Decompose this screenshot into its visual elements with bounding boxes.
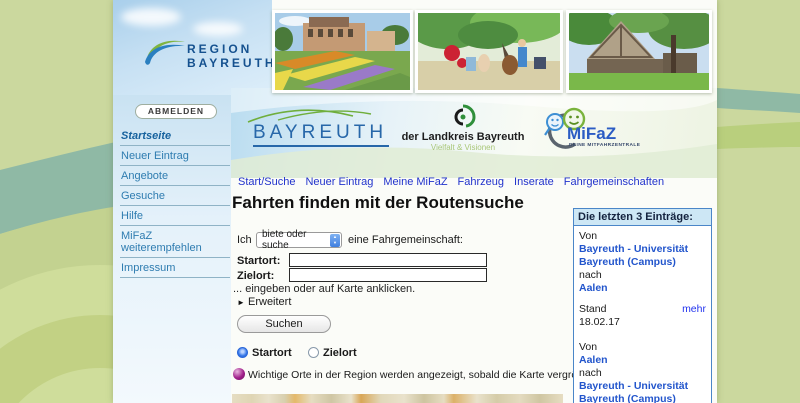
landkreis-swirl-icon [450,104,476,130]
nav-start-suche[interactable]: Start/Suche [238,176,295,188]
map-canvas[interactable] [232,394,563,403]
photo-house-image [569,13,709,90]
biete-suche-select[interactable]: biete oder suche ▲ ▼ [256,232,342,248]
nav-fahrzeug[interactable]: Fahrzeug [458,176,504,188]
cloud-shape [193,22,243,36]
sidebar-nav: Startseite Neuer Eintrag Angebote Gesuch… [120,126,230,278]
nav-inserate[interactable]: Inserate [514,176,554,188]
page-title: Fahrten finden mit der Routensuche [232,193,524,213]
zielort-label: Zielort: [237,270,274,282]
cloud-shape [121,8,181,26]
nav-neuer-eintrag[interactable]: Neuer Eintrag [305,176,373,188]
von-label: Von [579,341,706,354]
radio-zielort-label[interactable]: Zielort [323,347,357,359]
content-area: REGION BAYREUTH [113,0,717,403]
abmelden-button[interactable]: ABMELDEN [135,104,217,119]
stepper-down-glyph: ▼ [333,240,337,245]
sidebar-item-weiterempfehlen[interactable]: MiFaZ weiterempfehlen [120,226,230,258]
erweitert-label: Erweitert [248,296,291,308]
entry-to-link[interactable]: Bayreuth - Universität Bayreuth (Campus) [579,380,706,403]
photo-half-timbered-house [566,10,712,93]
entry-date: 18.02.17 [579,316,706,329]
after-select-label: eine Fahrgemeinschaft: [348,234,463,246]
latest-entries-list: Von Bayreuth - Universität Bayreuth (Cam… [574,226,711,403]
nav-fahrgemeinschaften[interactable]: Fahrgemeinschaften [564,176,664,188]
landkreis-title: der Landkreis Bayreuth [397,131,529,143]
region-logo-panel: REGION BAYREUTH [113,0,272,95]
list-item: Von Aalen nach Bayreuth - Universität Ba… [579,341,706,403]
latest-entries-title: Die letzten 3 Einträge: [574,209,711,226]
sidebar-item-hilfe[interactable]: Hilfe [120,206,230,226]
list-item: Von Bayreuth - Universität Bayreuth (Cam… [579,230,706,329]
von-label: Von [579,230,706,243]
sidebar-item-angebote[interactable]: Angebote [120,166,230,186]
photo-children-playing [415,10,563,93]
region-logo-line1: REGION [187,42,277,56]
zielort-input[interactable] [289,268,487,282]
radio-startort-label[interactable]: Startort [252,347,292,359]
mehr-link[interactable]: mehr [682,303,706,316]
map-hint: ... eingeben oder auf Karte anklicken. [233,283,415,295]
latest-entries-box: Die letzten 3 Einträge: Von Bayreuth - U… [573,208,712,403]
mifaz-subtitle: DEINE MITFAHRZENTRALE [569,143,640,148]
radio-zielort[interactable] [308,347,319,358]
landkreis-subtitle: Vielfalt & Visionen [397,143,529,152]
nav-meine-mifaz[interactable]: Meine MiFaZ [383,176,447,188]
region-bayreuth-logo: REGION BAYREUTH [143,36,263,75]
entry-to-link[interactable]: Aalen [579,282,706,295]
photo-festspielhaus-image [275,13,410,90]
photo-festspielhaus [272,10,413,93]
mifaz-logo[interactable]: MiFaZ DEINE MITFAHRZENTRALE [541,106,641,157]
sidebar-item-impressum[interactable]: Impressum [120,258,230,278]
region-logo-swoosh-icon [143,36,187,70]
erweitert-arrow-icon: ► [237,298,245,307]
city-logo-arcs-icon [243,100,373,124]
photo-children-image [418,13,560,90]
select-stepper-icon: ▲ ▼ [330,234,340,247]
radio-startort[interactable] [237,347,248,358]
sidebar-item-startseite[interactable]: Startseite [120,126,230,146]
startort-label: Startort: [237,255,280,267]
nach-label: nach [579,367,706,380]
stepper-up-glyph: ▲ [333,234,337,239]
bayreuth-city-logo[interactable]: BAYREUTH [253,122,389,147]
landkreis-logo[interactable]: der Landkreis Bayreuth Vielfalt & Vision… [397,104,529,152]
entry-from-link[interactable]: Bayreuth - Universität Bayreuth (Campus) [579,243,706,269]
mifaz-title: MiFaZ [567,124,616,144]
stand-label: Stand [579,303,606,316]
select-value: biete oder suche [262,229,330,251]
ich-label: Ich [237,234,252,246]
sidebar-item-neuer-eintrag[interactable]: Neuer Eintrag [120,146,230,166]
sidebar-item-gesuche[interactable]: Gesuche [120,186,230,206]
entry-from-link[interactable]: Aalen [579,354,706,367]
nach-label: nach [579,269,706,282]
suchen-button[interactable]: Suchen [237,315,331,333]
region-logo-line2: BAYREUTH [187,56,277,70]
startort-input[interactable] [289,253,487,267]
poi-marker-icon [233,368,245,380]
page: REGION BAYREUTH [0,0,800,403]
main-nav: Start/Suche Neuer Eintrag Meine MiFaZ Fa… [238,176,664,188]
